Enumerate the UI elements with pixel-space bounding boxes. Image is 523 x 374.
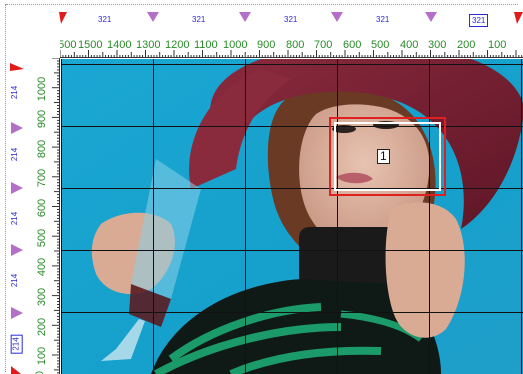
red-split-marker[interactable] [11,366,21,374]
purple-split-marker[interactable] [11,307,23,319]
vertical-ruler: 1000 900 800 700 600 500 400 300 200 100… [33,58,60,374]
split-line-horizontal[interactable] [61,126,523,127]
split-line-horizontal[interactable] [61,312,523,313]
purple-split-marker[interactable] [11,244,23,256]
red-split-marker[interactable] [10,62,24,72]
horizontal-ruler-ticks [60,50,523,58]
split-line-vertical[interactable] [153,59,154,374]
split-line-horizontal[interactable] [61,188,523,189]
red-split-marker[interactable] [58,12,68,24]
canvas-border-left [5,4,6,372]
split-line-vertical[interactable] [337,59,338,374]
purple-split-marker[interactable] [425,12,437,23]
top-split-size-1: 321 [98,15,112,24]
split-line-horizontal[interactable] [61,250,523,251]
split-line-vertical[interactable] [429,59,430,374]
purple-split-marker[interactable] [147,12,159,23]
purple-split-marker[interactable] [331,12,343,23]
left-split-size-1: 214 [10,85,20,100]
slice-number-label: 1 [377,149,390,164]
canvas-border-top [6,4,518,5]
left-split-size-3: 214 [10,211,20,226]
split-line-vertical[interactable] [61,59,62,374]
left-split-size-4: 214 [10,273,20,288]
image-canvas[interactable]: 1 [61,59,523,374]
left-split-size-active[interactable]: 214 [10,334,23,354]
vertical-ruler-ticks [52,58,60,374]
left-split-size-2: 214 [10,147,20,162]
top-split-size-active[interactable]: 321 [469,14,489,27]
left-split-bar: 214 214 214 214 214 [8,58,30,374]
image-split-editor: 321 321 321 321 321 214 214 214 214 214 … [0,0,523,374]
top-split-size-2: 321 [192,15,206,24]
top-split-size-4: 321 [376,15,390,24]
top-split-size-3: 321 [284,15,298,24]
split-line-vertical[interactable] [521,59,522,374]
purple-split-marker[interactable] [11,182,23,194]
red-split-marker[interactable] [514,12,523,24]
purple-split-marker[interactable] [11,122,23,134]
purple-split-marker[interactable] [239,12,251,23]
horizontal-ruler: 1500 1500 1400 1300 1200 1100 1000 900 8… [60,38,523,58]
top-split-bar: 321 321 321 321 321 [58,10,523,32]
split-line-vertical[interactable] [245,59,246,374]
split-line-horizontal[interactable] [61,64,523,65]
woman-photo [61,59,523,374]
